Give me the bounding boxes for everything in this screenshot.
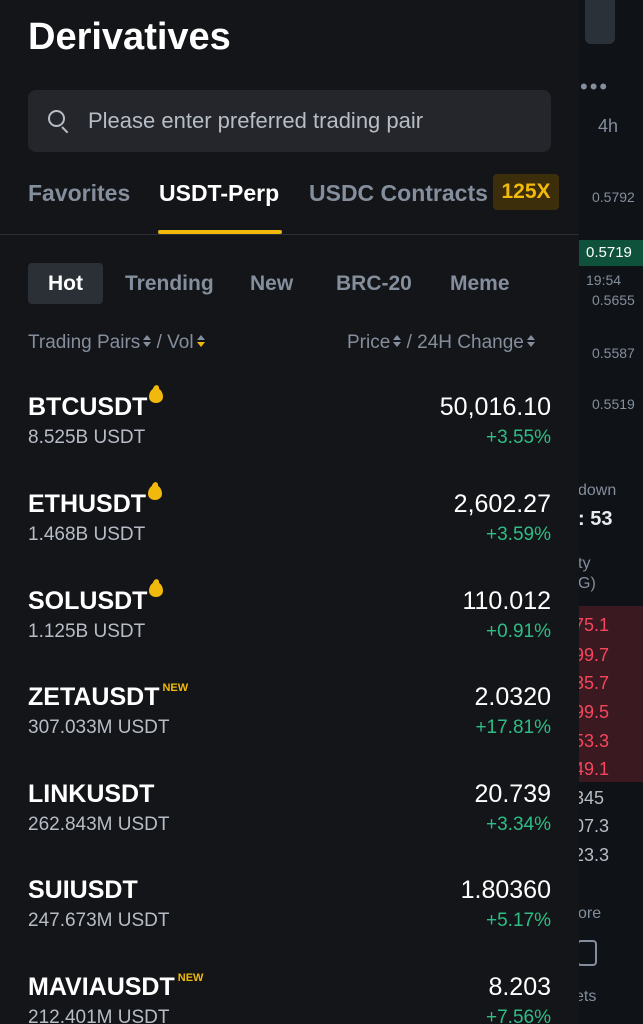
pair-row-solusdt[interactable]: SOLUSDT 1.125B USDT 110.012 +0.91% [28, 582, 551, 667]
chip-brc20[interactable]: BRC-20 [336, 263, 412, 304]
flame-icon [149, 579, 164, 597]
axis-price: 0.5655 [592, 292, 635, 308]
orderbook-ask: 35.7 [574, 673, 610, 693]
pair-name: MAVIAUSDT [28, 973, 175, 1001]
pair-row-suiusdt[interactable]: SUIUSDT 247.673M USDT 1.80360 +5.17% [28, 876, 551, 956]
sort-icon [143, 335, 152, 347]
pair-row-maviausdt[interactable]: MAVIAUSDT NEW 212.401M USDT 8.203 +7.56% [28, 972, 551, 1024]
countdown-value: 19:54 [586, 272, 622, 288]
pair-volume: 212.401M USDT [28, 1007, 170, 1024]
pair-volume: 8.525B USDT [28, 427, 146, 448]
chip-hot[interactable]: Hot [28, 263, 103, 304]
tab-usdt-perp[interactable]: USDT-Perp [159, 180, 279, 207]
column-separator: / [406, 332, 412, 353]
sort-icon [393, 335, 402, 347]
pair-name: SOLUSDT [28, 587, 148, 615]
orderbook-ask: 99.5 [574, 702, 610, 722]
pair-change: +0.91% [486, 621, 551, 642]
pair-name: LINKUSDT [28, 780, 155, 808]
flame-icon [148, 482, 163, 500]
interval-label: 4h [598, 116, 619, 136]
background-top-control [585, 0, 615, 44]
pair-row-zetausdt[interactable]: ZETAUSDT NEW 307.033M USDT 2.0320 +17.81% [28, 682, 551, 763]
tab-usdc-contracts[interactable]: USDC Contracts [309, 180, 488, 207]
pair-price: 20.739 [474, 780, 551, 808]
countdown-label: down [578, 482, 617, 499]
market-tabs: Favorites USDT-Perp USDC Contracts 125X [28, 172, 568, 234]
leverage-badge: 125X [493, 174, 559, 210]
pair-change: +17.81% [475, 717, 551, 738]
search-box[interactable] [28, 90, 551, 152]
chip-trending[interactable]: Trending [125, 263, 214, 304]
orderbook-header: ty [578, 555, 591, 572]
pair-price: 50,016.10 [439, 393, 551, 421]
orderbook-bid: 23.3 [574, 845, 610, 865]
pair-volume: 1.468B USDT [28, 524, 146, 545]
more-link: ore [578, 905, 602, 922]
chip-meme[interactable]: Meme [450, 263, 510, 304]
category-chips: Hot Trending New BRC-20 Meme [28, 263, 568, 304]
axis-price: 0.5792 [592, 189, 635, 205]
new-tag: NEW [177, 972, 204, 984]
sort-vol-button[interactable]: Vol [167, 332, 205, 353]
search-icon [48, 110, 70, 134]
pair-selector-drawer: Derivatives Favorites USDT-Perp USDC Con… [0, 0, 579, 1024]
pair-price: 2.0320 [474, 683, 551, 711]
search-input[interactable] [88, 108, 508, 134]
sort-icon [526, 335, 535, 347]
column-header-left: Trading Pairs / Vol [28, 332, 205, 354]
orderbook-header-unit: G) [578, 575, 596, 592]
pair-volume: 247.673M USDT [28, 910, 170, 931]
pair-name: ETHUSDT [28, 490, 147, 518]
pair-change: +3.59% [486, 524, 551, 545]
column-separator: / [156, 332, 162, 353]
new-tag: NEW [162, 682, 189, 694]
orderbook-ask: 75.1 [574, 615, 610, 635]
pair-name: BTCUSDT [28, 393, 148, 421]
pair-change: +3.34% [486, 814, 551, 835]
tab-favorites[interactable]: Favorites [28, 180, 130, 207]
sort-change-button[interactable]: 24H Change [417, 332, 535, 353]
pair-row-ethusdt[interactable]: ETHUSDT 1.468B USDT 2,602.27 +3.59% [28, 485, 551, 570]
pair-volume: 1.125B USDT [28, 621, 146, 642]
pair-price: 110.012 [462, 587, 551, 615]
pair-change: +5.17% [486, 910, 551, 931]
axis-price: 0.5587 [592, 345, 635, 361]
orderbook-ask: 99.7 [574, 645, 610, 665]
axis-price: 0.5519 [592, 396, 635, 412]
pair-name: ZETAUSDT [28, 683, 160, 711]
sort-pairs-button[interactable]: Trading Pairs [28, 332, 152, 353]
orderbook-ask: 49.1 [574, 759, 610, 779]
sort-price-button[interactable]: Price [347, 332, 402, 353]
wallet-icon [577, 940, 597, 966]
pair-volume: 307.033M USDT [28, 717, 170, 738]
pair-change: +7.56% [486, 1007, 551, 1024]
pair-volume: 262.843M USDT [28, 814, 170, 835]
pair-price: 2,602.27 [453, 490, 551, 518]
pair-row-linkusdt[interactable]: LINKUSDT 262.843M USDT 20.739 +3.34% [28, 780, 551, 860]
chip-new[interactable]: New [250, 263, 293, 304]
flame-icon [149, 385, 164, 403]
pair-row-btcusdt[interactable]: BTCUSDT 8.525B USDT 50,016.10 +3.55% [28, 388, 551, 473]
orderbook-ask: 53.3 [574, 731, 610, 751]
last-price-value: 0.5719 [586, 244, 632, 261]
pair-name: SUIUSDT [28, 876, 138, 904]
countdown-timer: : 53 [578, 508, 613, 530]
divider [0, 234, 579, 235]
pair-price: 8.203 [488, 973, 551, 1001]
page-title: Derivatives [28, 16, 231, 58]
orderbook-bid: 07.3 [574, 816, 610, 836]
sort-active-icon [196, 335, 205, 347]
column-header-right: Price / 24H Change [347, 332, 535, 354]
more-dots-icon: ••• [580, 74, 610, 99]
pair-change: +3.55% [486, 427, 551, 448]
pair-price: 1.80360 [460, 876, 551, 904]
